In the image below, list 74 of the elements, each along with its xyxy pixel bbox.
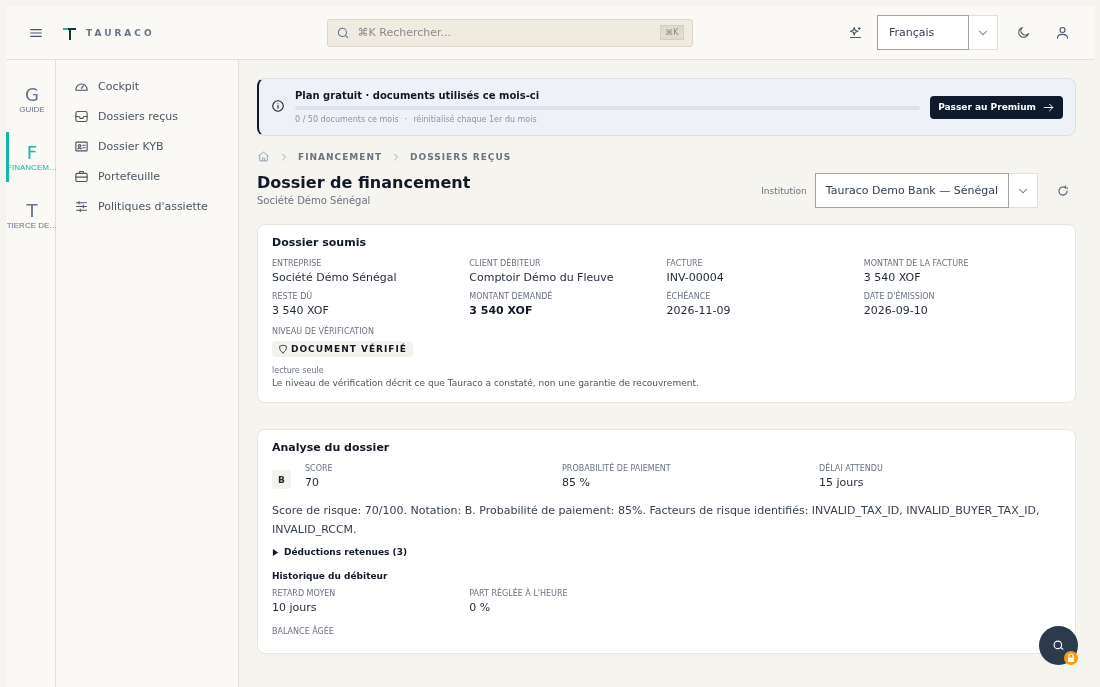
readonly-label: lecture seule <box>272 366 325 375</box>
nav-item[interactable]: Dossier KYB <box>74 135 238 157</box>
home-icon <box>257 150 270 163</box>
card-title: Analyse du dossier <box>272 441 391 454</box>
usage-text: 0 / 50 documents ce mois <box>295 115 399 124</box>
metric-label: DÉLAI ATTENDU <box>819 464 884 473</box>
institution-select[interactable]: Tauraco Demo Bank — Sénégal <box>814 173 1009 208</box>
nav-item[interactable]: Cockpit <box>74 75 238 97</box>
reset-text: réinitialisé chaque 1er du mois <box>413 115 537 124</box>
field-value: Comptoir Démo du Fleuve <box>469 271 614 284</box>
search-input[interactable]: ⌘K Rechercher... <box>355 25 655 40</box>
banner-title: Plan gratuit · documents utilisés ce mois-ci <box>295 90 541 101</box>
metric-value: 85 % <box>562 476 591 489</box>
brand-name: TAURACO <box>86 27 155 38</box>
logo-icon <box>62 25 78 40</box>
field-value: 10 jours <box>272 601 318 614</box>
field-label: CLIENT DÉBITEUR <box>469 259 542 268</box>
grade-badge: B <box>272 470 291 489</box>
breadcrumb-link[interactable]: FINANCEMENT <box>298 151 383 162</box>
risk-summary: Score de risque: 70/100. Notation: B. Probabilité de paiement: 85%. Facteurs de risque identifiés: INVALID_TAX_ID, INVALID_BUYER_TAX_ID, INVALID_RCCM. <box>272 503 1041 538</box>
user-icon <box>1055 25 1070 40</box>
breadcrumb-link[interactable]: DOSSIERS REÇUS <box>410 151 512 162</box>
refresh-icon <box>1056 183 1070 198</box>
deductions-toggle[interactable]: Déductions retenues (3) <box>272 547 408 557</box>
briefcase-icon <box>74 168 89 184</box>
metric-label: SCORE <box>305 464 334 473</box>
moon-icon <box>1016 25 1031 40</box>
premium-button[interactable]: Passer au Premium <box>930 95 1063 119</box>
page-title: Dossier de financement <box>257 173 471 192</box>
inbox-icon <box>74 108 89 124</box>
field-value: 2026-11-09 <box>666 304 731 317</box>
field-label: BALANCE ÂGÉE <box>272 627 335 636</box>
field-value: INV-00004 <box>666 271 724 284</box>
sparkle-icon <box>848 25 863 40</box>
metric-value: 15 jours <box>819 476 865 489</box>
field-label: ENTREPRISE <box>272 259 323 268</box>
field-label: RETARD MOYEN <box>272 589 337 598</box>
separator-dot: · <box>404 115 408 124</box>
shield-icon <box>278 344 288 354</box>
metric-label: PROBABILITÉ DE PAIEMENT <box>562 464 672 473</box>
section-title: Historique du débiteur <box>272 571 389 581</box>
verification-badge: DOCUMENT VÉRIFIÉ <box>272 341 413 357</box>
rail-tab[interactable]: G GUIDE <box>6 80 55 118</box>
card-title: Dossier soumis <box>272 236 367 249</box>
field-label: MONTANT DEMANDÉ <box>469 292 554 301</box>
field-label: FACTURE <box>666 259 704 268</box>
caret-right-icon <box>272 548 279 556</box>
field-value: Société Démo Sénégal <box>272 271 397 284</box>
verification-note: Le niveau de vérification décrit ce que Tauraco a constaté, non une garantie de recouvrement. <box>272 378 700 388</box>
field-value: 3 540 XOF <box>863 271 921 284</box>
info-icon <box>271 98 285 113</box>
page-subtitle: Société Démo Sénégal <box>257 195 372 206</box>
field-value: 3 540 XOF <box>469 304 533 317</box>
shortcut-hint: ⌘K <box>660 25 684 40</box>
lock-icon <box>1064 651 1078 665</box>
search-icon <box>335 25 350 40</box>
sliders-icon <box>74 198 89 214</box>
institution-label: Institution <box>761 185 807 196</box>
nav-item[interactable]: Portefeuille <box>74 165 238 187</box>
field-value: 3 540 XOF <box>272 304 329 317</box>
field-label: ÉCHÉANCE <box>666 292 712 301</box>
field-label: NIVEAU DE VÉRIFICATION <box>272 327 375 336</box>
metric-value: 70 <box>305 476 320 489</box>
field-label: RESTE DÛ <box>272 292 314 301</box>
nav-item[interactable]: Politiques d'assiette <box>74 195 238 217</box>
field-value: 2026-09-10 <box>863 304 928 317</box>
field-label: PART RÉGLÉE À L'HEURE <box>469 589 569 598</box>
field-label: DATE D'ÉMISSION <box>863 292 936 301</box>
field-value: 0 % <box>469 601 492 614</box>
language-select[interactable]: Français <box>877 15 969 50</box>
field-label: MONTANT DE LA FACTURE <box>863 259 970 268</box>
id-card-icon <box>74 138 89 154</box>
rail-tab[interactable]: T TIERCE DE… <box>6 196 55 234</box>
nav-item[interactable]: Dossiers reçus <box>74 105 238 127</box>
